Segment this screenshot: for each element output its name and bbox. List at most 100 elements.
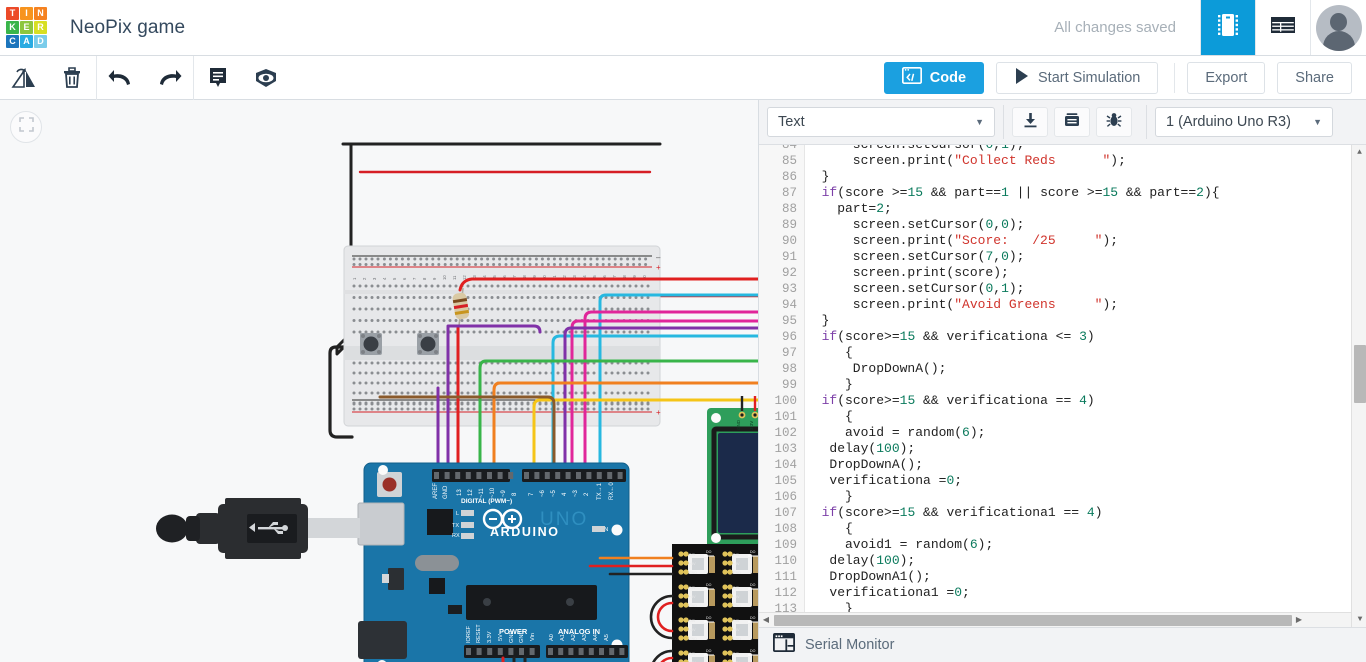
code-token: ); bbox=[1009, 145, 1025, 152]
code-line[interactable]: avoid = random(6); bbox=[806, 425, 1366, 441]
code-line[interactable]: if(score>=15 && verificationa == 4) bbox=[806, 393, 1366, 409]
svg-text:GND: GND bbox=[689, 571, 697, 575]
code-line[interactable]: DropDownA1(); bbox=[806, 569, 1366, 585]
svg-text:L: L bbox=[456, 511, 459, 517]
code-line[interactable]: } bbox=[806, 377, 1366, 393]
svg-text:~9: ~9 bbox=[501, 489, 507, 497]
redo-icon[interactable] bbox=[145, 56, 193, 100]
code-line[interactable]: } bbox=[806, 489, 1366, 505]
svg-text:AREF: AREF bbox=[433, 483, 439, 499]
code-token: ); bbox=[1008, 281, 1025, 296]
triangle-up-icon[interactable]: ▲ bbox=[1352, 145, 1366, 160]
line-number: 97 bbox=[781, 346, 797, 360]
code-line[interactable]: } bbox=[806, 169, 1366, 185]
svg-text:DO: DO bbox=[750, 583, 756, 587]
line-number: 92 bbox=[781, 266, 797, 280]
user-avatar-button[interactable] bbox=[1310, 0, 1366, 55]
code-line[interactable]: screen.setCursor(7,0); bbox=[806, 249, 1366, 265]
code-token: screen.print( bbox=[806, 297, 955, 312]
share-button[interactable]: Share bbox=[1277, 61, 1352, 94]
line-number: 88 bbox=[781, 202, 797, 216]
neopixel-led-matrix: DIN +5V GND DO DIN +5V GND DO DIN +5V GND DO DIN +5V G… bbox=[672, 544, 758, 662]
debug-button[interactable] bbox=[1096, 107, 1132, 137]
code-line[interactable]: { bbox=[806, 521, 1366, 537]
code-token: } bbox=[806, 489, 853, 504]
code-line[interactable]: screen.print("Score: /25 "); bbox=[806, 233, 1366, 249]
code-line[interactable]: { bbox=[806, 409, 1366, 425]
triangle-left-icon[interactable]: ◀ bbox=[759, 615, 773, 625]
vertical-scroll-thumb[interactable] bbox=[1354, 345, 1366, 403]
code-token: ); bbox=[1102, 297, 1119, 312]
line-number: 84 bbox=[781, 145, 797, 152]
code-line[interactable]: if(score>=15 && verificationa <= 3) bbox=[806, 329, 1366, 345]
code-line[interactable]: part=2; bbox=[806, 201, 1366, 217]
components-list-button[interactable] bbox=[1255, 0, 1310, 55]
code-token: verificationa1 = bbox=[806, 585, 955, 600]
code-line[interactable]: delay(100); bbox=[806, 441, 1366, 457]
svg-text:11: 11 bbox=[452, 275, 457, 280]
code-line[interactable]: DropDownA(); bbox=[806, 361, 1366, 377]
code-text-area[interactable]: screen.setCursor(0,1); screen.print("Col… bbox=[806, 145, 1366, 627]
code-line[interactable]: screen.print("Avoid Greens "); bbox=[806, 297, 1366, 313]
code-token: delay( bbox=[806, 441, 877, 456]
export-button[interactable]: Export bbox=[1187, 61, 1266, 94]
code-line[interactable]: { bbox=[806, 345, 1366, 361]
line-number: 102 bbox=[774, 426, 797, 440]
svg-text:+5V: +5V bbox=[733, 628, 740, 632]
code-line[interactable]: screen.setCursor(0,1); bbox=[806, 145, 1366, 153]
library-button[interactable] bbox=[1054, 107, 1090, 137]
serial-monitor-bar[interactable]: Serial Monitor bbox=[759, 627, 1366, 662]
code-button[interactable]: Code bbox=[883, 61, 985, 94]
code-token: && verificationa == bbox=[915, 393, 1080, 408]
notes-icon[interactable] bbox=[194, 56, 242, 100]
triangle-right-icon[interactable]: ▶ bbox=[1292, 615, 1306, 625]
logo-tile-e: E bbox=[20, 20, 33, 34]
code-line[interactable]: DropDownA(); bbox=[806, 457, 1366, 473]
editor-vertical-scrollbar[interactable]: ▲ ▼ bbox=[1351, 145, 1366, 627]
code-line[interactable]: } bbox=[806, 313, 1366, 329]
trash-icon[interactable] bbox=[48, 56, 96, 100]
code-token: (score>= bbox=[837, 505, 900, 520]
code-line[interactable]: screen.setCursor(0,0); bbox=[806, 217, 1366, 233]
code-line[interactable]: avoid1 = random(6); bbox=[806, 537, 1366, 553]
code-line[interactable]: screen.setCursor(0,1); bbox=[806, 281, 1366, 297]
code-token-num: 3 bbox=[1079, 329, 1087, 344]
tinkercad-logo[interactable]: TIN KER CAD bbox=[6, 6, 48, 49]
code-line[interactable]: verificationa =0; bbox=[806, 473, 1366, 489]
download-button[interactable] bbox=[1012, 107, 1048, 137]
svg-text:DO: DO bbox=[706, 583, 712, 587]
rotate-icon[interactable] bbox=[0, 56, 48, 100]
board-selector-dropdown[interactable]: 1 (Arduino Uno R3) ▼ bbox=[1155, 107, 1333, 137]
svg-text:GND: GND bbox=[689, 604, 697, 608]
visibility-icon[interactable] bbox=[242, 56, 290, 100]
circuit-canvas[interactable]: + – + – 1 2 3 4 5 6 7 8 9 10 11 12 13 14 15 16 17 18 19 20 2… bbox=[0, 100, 758, 662]
code-mode-dropdown[interactable]: Text ▼ bbox=[767, 107, 995, 137]
serial-monitor-icon bbox=[772, 632, 796, 657]
triangle-down-icon[interactable]: ▼ bbox=[1352, 612, 1366, 627]
code-token-kw: if bbox=[821, 185, 838, 200]
editor-horizontal-scrollbar[interactable]: ◀ ▶ bbox=[759, 612, 1351, 627]
code-editor[interactable]: 84 85 86 87 88 89 90 91 92 93 94 95 96 97 98 99 100 101 10… bbox=[759, 145, 1366, 627]
code-line[interactable]: screen.print("Collect Reds "); bbox=[806, 153, 1366, 169]
code-token: (score>= bbox=[837, 393, 900, 408]
code-token-num: 100 bbox=[876, 553, 900, 568]
horizontal-scroll-thumb[interactable] bbox=[774, 614, 1292, 626]
code-token: , bbox=[993, 217, 1002, 232]
code-line[interactable]: if(score>=15 && verificationa1 == 4) bbox=[806, 505, 1366, 521]
code-line[interactable]: verificationa1 =0; bbox=[806, 585, 1366, 601]
svg-text:TX: TX bbox=[452, 523, 459, 529]
board-selector-label: 1 (Arduino Uno R3) bbox=[1166, 114, 1291, 130]
components-panel-button[interactable] bbox=[1200, 0, 1255, 55]
code-token: delay( bbox=[806, 553, 877, 568]
logo-tile-a: A bbox=[20, 34, 33, 48]
code-line[interactable]: screen.print(score); bbox=[806, 265, 1366, 281]
code-line[interactable]: delay(100); bbox=[806, 553, 1366, 569]
code-token: ); bbox=[969, 425, 986, 440]
code-line[interactable]: if(score >=15 && part==1 || score >=15 &… bbox=[806, 185, 1366, 201]
undo-icon[interactable] bbox=[97, 56, 145, 100]
start-simulation-button[interactable]: Start Simulation bbox=[996, 61, 1159, 94]
line-number: 86 bbox=[781, 170, 797, 184]
code-token: } bbox=[806, 313, 830, 328]
line-number: 93 bbox=[781, 282, 797, 296]
